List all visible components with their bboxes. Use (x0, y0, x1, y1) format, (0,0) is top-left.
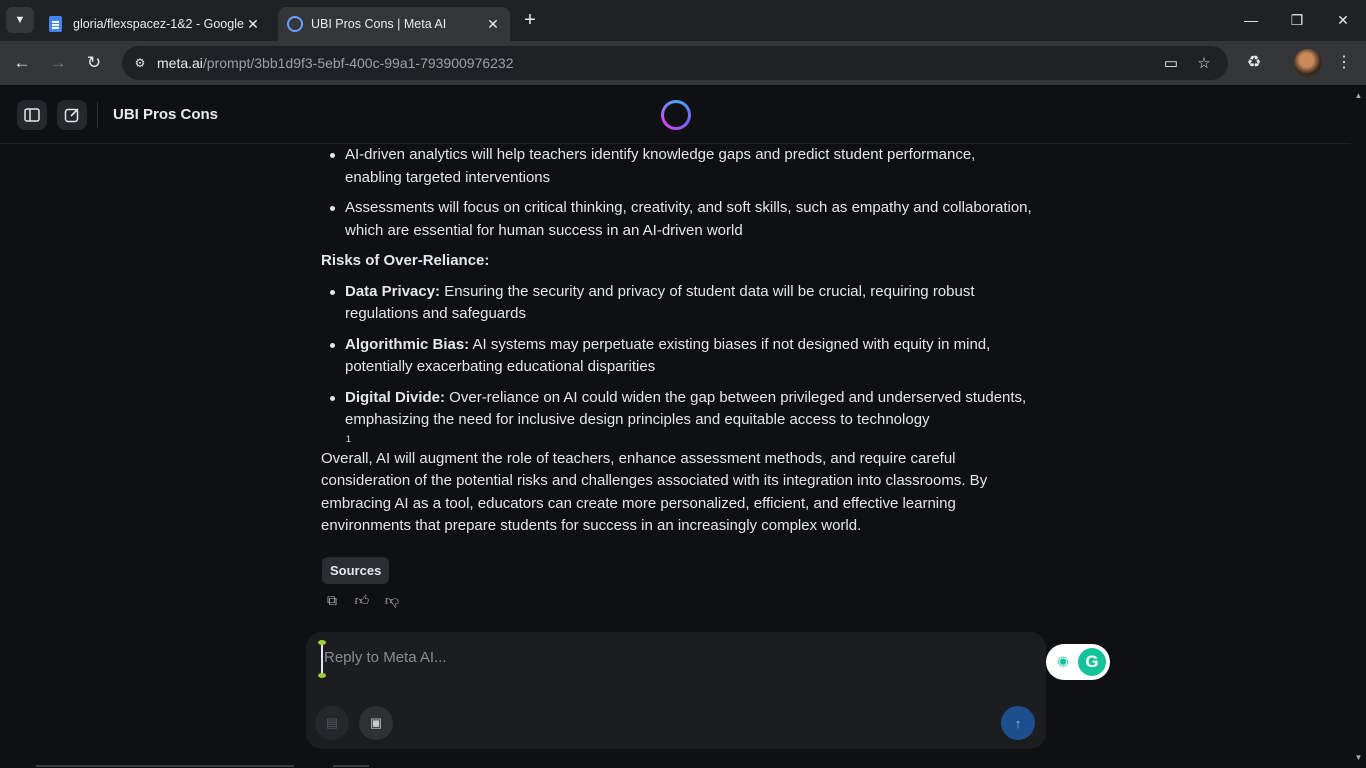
close-window-button[interactable]: ✕ (1320, 0, 1366, 40)
page-scrollbar[interactable]: ▲ ▼ (1351, 87, 1366, 768)
install-app-icon[interactable]: ▭ (1160, 53, 1182, 75)
tab-meta-ai[interactable]: UBI Pros Cons | Meta AI ✕ (278, 7, 510, 41)
meta-ai-logo-icon (661, 100, 691, 130)
new-chat-button[interactable] (57, 100, 87, 130)
bullet-list: AI-driven analytics will help teachers i… (321, 144, 1033, 242)
horizontal-scroll-thumb (333, 765, 369, 767)
back-button[interactable]: ← (10, 51, 34, 75)
file-icon: ▤ (325, 715, 339, 730)
header-divider (97, 102, 98, 128)
scroll-down-icon[interactable]: ▼ (1354, 753, 1363, 762)
scroll-up-icon[interactable]: ▲ (1354, 91, 1363, 100)
profile-avatar[interactable] (1294, 49, 1322, 77)
forward-button[interactable]: → (46, 51, 70, 75)
tab-title: UBI Pros Cons | Meta AI (311, 17, 447, 31)
arrow-up-icon: ↑ (1014, 715, 1022, 731)
minimize-button[interactable]: — (1228, 0, 1274, 40)
menu-icon[interactable]: ⋮ (1332, 51, 1356, 75)
add-image-button[interactable]: ▣ (359, 706, 393, 740)
assistant-message: AI-driven analytics will help teachers i… (321, 144, 1033, 538)
grammarly-widget[interactable]: ◉ G (1046, 644, 1110, 680)
close-icon[interactable]: ✕ (244, 16, 262, 33)
list-item: AI-driven analytics will help teachers i… (321, 144, 1033, 189)
tab-strip: ▼ gloria/flexspacez-1&2 - Google ✕ UBI P… (0, 0, 1366, 41)
conclusion-paragraph: Overall, AI will augment the role of tea… (321, 449, 988, 535)
footnote-link[interactable]: 1 (346, 434, 351, 444)
tab-google-docs[interactable]: gloria/flexspacez-1&2 - Google ✕ (40, 7, 270, 41)
sources-button[interactable]: Sources (322, 557, 390, 584)
bookmark-star-icon[interactable]: ☆ (1193, 53, 1215, 75)
list-item: Digital Divide: Over-reliance on AI coul… (321, 387, 1033, 432)
reply-composer: ▤ ▣ ↑ (306, 632, 1046, 749)
sidebar-icon (24, 108, 40, 122)
extensions-icon[interactable]: ♻ (1242, 51, 1266, 75)
tab-search-button[interactable]: ▼ (6, 7, 34, 33)
risks-list: Data Privacy: Ensuring the security and … (321, 281, 1033, 432)
section-heading: Risks of Over-Reliance: (321, 252, 490, 269)
thumbs-down-icon[interactable]: 👎︎ (383, 591, 401, 609)
reload-button[interactable]: ↻ (82, 51, 106, 75)
browser-toolbar: ← → ↻ ⚙ meta.ai/prompt/3bb1d9f3-5ebf-400… (0, 41, 1366, 85)
list-item: Data Privacy: Ensuring the security and … (321, 281, 1033, 326)
lightbulb-icon[interactable]: ◉ (1056, 654, 1070, 668)
meta-ai-icon (287, 16, 303, 32)
chevron-down-icon: ▼ (14, 14, 26, 26)
send-button[interactable]: ↑ (1001, 706, 1035, 740)
site-info-icon[interactable]: ⚙ (130, 53, 150, 73)
thumbs-up-icon[interactable]: 👍︎ (353, 591, 371, 609)
restore-button[interactable]: ❐ (1274, 0, 1320, 40)
list-item: Algorithmic Bias: AI systems may perpetu… (321, 334, 1033, 379)
sidebar-toggle-button[interactable] (17, 100, 47, 130)
horizontal-scroll-track (36, 765, 294, 767)
reply-input[interactable] (322, 648, 1026, 667)
attach-file-button[interactable]: ▤ (315, 706, 349, 740)
new-tab-button[interactable]: + (518, 10, 542, 32)
google-docs-icon (49, 16, 65, 32)
grammarly-logo-icon[interactable]: G (1078, 648, 1106, 676)
tab-title: gloria/flexspacez-1&2 - Google (73, 17, 244, 31)
image-icon: ▣ (369, 715, 383, 730)
address-bar[interactable]: ⚙ meta.ai/prompt/3bb1d9f3-5ebf-400c-99a1… (122, 46, 1228, 80)
edit-icon (64, 108, 79, 123)
app-header: UBI Pros Cons (0, 87, 1351, 144)
page-title: UBI Pros Cons (113, 106, 219, 123)
close-icon[interactable]: ✕ (484, 16, 502, 33)
list-item: Assessments will focus on critical think… (321, 197, 1033, 242)
text-cursor-handle[interactable] (318, 640, 326, 678)
copy-icon[interactable]: ⧉ (323, 591, 341, 609)
url-text[interactable]: meta.ai/prompt/3bb1d9f3-5ebf-400c-99a1-7… (157, 55, 514, 71)
